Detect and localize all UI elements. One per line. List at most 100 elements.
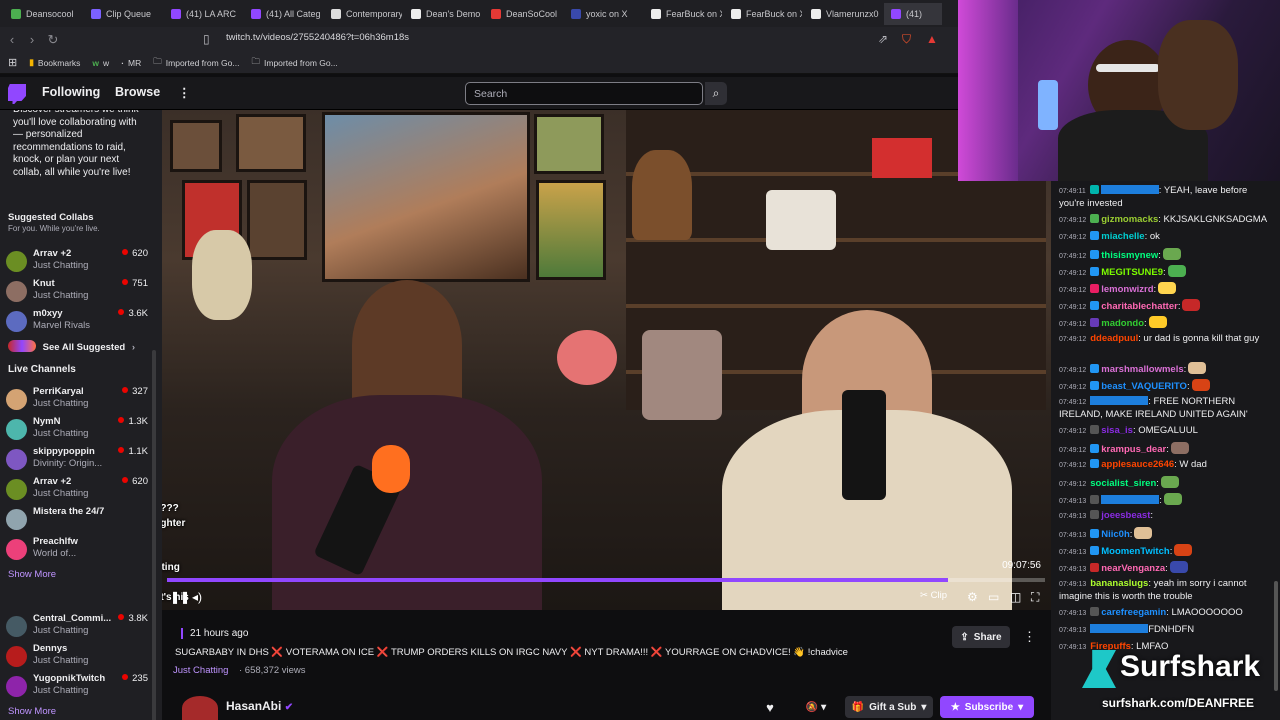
chevron-right-icon: › (131, 342, 135, 353)
sidebar-channel[interactable]: Dennys Just Chatting (6, 642, 148, 670)
chat-text: : (1165, 563, 1168, 574)
sidebar-channel[interactable]: Arrav +2 Just Chatting 620 (6, 475, 148, 503)
url-field[interactable]: twitch.tv/videos/2755240486?t=06h36m18s (226, 32, 409, 43)
chat-username[interactable]: joeesbeast (1101, 510, 1150, 521)
browser-tab[interactable]: DeanSoCool (484, 3, 562, 25)
chat-username[interactable]: applesauce2646 (1101, 459, 1174, 470)
chat-username[interactable] (1090, 396, 1149, 405)
chat-username[interactable]: marshmallowmels (1101, 364, 1183, 375)
settings-icon[interactable]: ⚙ (967, 590, 978, 604)
back-icon[interactable]: ‹ (2, 32, 22, 47)
bookmark-item[interactable]: ww (92, 58, 109, 68)
apps-grid-icon[interactable]: ⊞ (8, 56, 17, 69)
chat-username[interactable]: krampus_dear (1101, 444, 1166, 455)
show-more-link-2[interactable]: Show More (8, 706, 56, 717)
gift-sub-button[interactable]: 🎁 Gift a Sub ▾ (845, 696, 933, 718)
chat-username[interactable]: charitablechatter (1101, 301, 1178, 312)
browser-tab[interactable]: Deansocool (4, 3, 82, 25)
chat-username[interactable]: thisismynew (1101, 250, 1158, 261)
chat-message: 07:49:13 nearVenganza: (1059, 561, 1271, 576)
browser-tab[interactable]: FearBuck on X (724, 3, 802, 25)
browser-tab[interactable]: Contemporary (324, 3, 402, 25)
twitch-logo-icon[interactable] (8, 84, 26, 104)
chat-username[interactable]: carefreegamin (1101, 607, 1166, 618)
browser-tab[interactable]: Vlamerunzx0 (804, 3, 882, 25)
chat-username[interactable]: lemonwizrd (1101, 284, 1153, 295)
sidebar-channel[interactable]: m0xyy Marvel Rivals 3.6K (6, 307, 148, 335)
sidebar-channel[interactable]: NymN Just Chatting 1.3K (6, 415, 148, 443)
chat-username[interactable]: nearVenganza (1101, 563, 1165, 574)
sidebar-scrollbar[interactable] (152, 350, 156, 720)
channel-name: Mistera the 24/7 (33, 506, 105, 517)
sidebar-channel[interactable]: Knut Just Chatting 751 (6, 277, 148, 305)
chat-username[interactable]: bananaslugs (1090, 578, 1148, 589)
browser-tab[interactable]: FearBuck on X (644, 3, 722, 25)
brave-shield-icon[interactable]: ⛉ (902, 32, 911, 47)
notifications-icon[interactable]: 🔕 ▾ (798, 696, 834, 718)
browser-tab[interactable]: (41) All Categ (244, 3, 322, 25)
streamer-avatar[interactable] (182, 696, 218, 720)
following-link[interactable]: Following (42, 85, 100, 99)
category-link[interactable]: Just Chatting (173, 665, 228, 676)
chat-username[interactable]: sisa_is (1101, 425, 1133, 436)
bookmark-item[interactable]: · MR (121, 58, 141, 68)
streamer-name[interactable]: HasanAbi ✔ (226, 699, 293, 713)
chat-username[interactable]: MoomenTwitch (1101, 546, 1169, 557)
chat-username[interactable]: gizmomacks (1101, 214, 1158, 225)
rewards-icon[interactable]: ▲ (926, 32, 938, 46)
chat-username[interactable]: Niic0h (1101, 529, 1130, 540)
browser-tab[interactable]: yoxic on X (564, 3, 642, 25)
browser-tab[interactable]: Clip Queue (84, 3, 162, 25)
share-button[interactable]: ⇪ Share (952, 626, 1010, 648)
more-menu-icon[interactable]: ⋮ (178, 85, 191, 100)
tab-label: DeanSoCool (506, 8, 558, 19)
channel-avatar (6, 509, 27, 530)
share-page-icon[interactable]: ⇗ (878, 32, 888, 46)
video-player[interactable]: mapsyberspace Movie scripts???? Acroz asm… (162, 110, 1051, 610)
sidebar-channel[interactable]: skippypoppin Divinity: Origin... 1.1K (6, 445, 148, 473)
chat-message: 07:49:12 ddeadpuul: ur dad is gonna kill … (1059, 333, 1271, 346)
chat-username[interactable] (1101, 495, 1160, 504)
chat-timestamp: 07:49:12 (1059, 304, 1087, 311)
sidebar-channel[interactable]: PerriKaryal Just Chatting 327 (6, 385, 148, 413)
bookmark-item[interactable]: ▮ Bookmarks (29, 57, 80, 68)
sidebar-channel[interactable]: Central_Commi... Just Chatting 3.8K (6, 612, 148, 640)
show-more-link[interactable]: Show More (8, 569, 56, 580)
fullscreen-icon[interactable]: ⛶ (1031, 590, 1039, 605)
reload-icon[interactable]: ↻ (43, 32, 63, 48)
chat-username[interactable] (1090, 624, 1149, 633)
more-options-icon[interactable]: ⋮ (1023, 629, 1036, 645)
chat-username[interactable]: ddeadpuul (1090, 333, 1138, 344)
chat-text: : (1169, 546, 1173, 557)
bookmark-folder[interactable]: 🗀 Imported from Go... (251, 56, 337, 70)
sidebar-channel[interactable]: Preachlfw World of... (6, 535, 148, 563)
search-icon[interactable]: ⌕ (705, 82, 727, 105)
bookmark-folder[interactable]: 🗀 Imported from Go... (153, 56, 239, 70)
browser-tab[interactable]: (41) (884, 2, 942, 25)
search-input[interactable]: Search (465, 82, 703, 105)
subscribe-button[interactable]: ★ Subscribe ▾ (940, 696, 1034, 718)
chat-username[interactable]: socialist_siren (1090, 478, 1156, 489)
chat-username[interactable]: MEGITSUNE9 (1101, 267, 1163, 278)
seek-bar[interactable] (167, 578, 1045, 582)
browse-link[interactable]: Browse (115, 85, 160, 99)
sidebar-channel[interactable]: YugopnikTwitch Just Chatting 235 (6, 672, 148, 700)
clip-button[interactable]: ✂ Clip (920, 590, 947, 601)
forward-icon[interactable]: › (22, 32, 42, 47)
volume-icon[interactable]: ◂) (192, 590, 202, 604)
chat-username[interactable]: beast_VAQUERITO (1101, 381, 1187, 392)
follow-heart-icon[interactable]: ♥ (758, 696, 782, 718)
see-all-suggested-link[interactable]: See All Suggested › (8, 340, 135, 353)
theatre-mode-icon[interactable]: ▭ (988, 590, 999, 604)
bookmark-page-icon[interactable]: ▯ (203, 32, 210, 46)
chat-username[interactable] (1100, 185, 1159, 194)
chat-username[interactable]: madondo (1101, 318, 1144, 329)
live-channels-heading: Live Channels (8, 364, 76, 375)
pip-icon[interactable]: ◫ (1010, 590, 1021, 604)
sidebar-channel[interactable]: Arrav +2 Just Chatting 620 (6, 247, 148, 275)
browser-tab[interactable]: (41) LA ARC (164, 3, 242, 25)
sidebar-channel[interactable]: Mistera the 24/7 (6, 505, 148, 533)
play-pause-icon[interactable]: ❚❚ (170, 590, 190, 604)
browser-tab[interactable]: Dean's Demo (404, 3, 482, 25)
chat-username[interactable]: miachelle (1101, 231, 1144, 242)
